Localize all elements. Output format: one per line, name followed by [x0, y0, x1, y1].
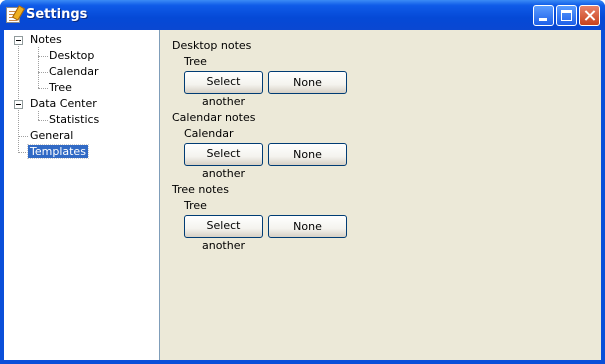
tree-item-data-center[interactable]: Data Center — [30, 97, 97, 111]
tree-notes-label: Tree notes — [172, 183, 229, 196]
close-icon — [580, 6, 599, 25]
tree-connector — [38, 120, 48, 121]
tree-connector — [38, 47, 39, 88]
tree-connector — [18, 136, 28, 137]
calendar-select-another-button[interactable]: Select another — [184, 143, 263, 180]
collapse-data-center-icon[interactable] — [14, 100, 23, 109]
notepad-icon — [6, 7, 20, 23]
tree-item-label: Data Center — [30, 97, 97, 110]
tree-connector — [38, 88, 48, 89]
maximize-button[interactable] — [556, 5, 577, 26]
maximize-icon — [561, 10, 572, 21]
tree-item-label: Statistics — [49, 113, 100, 126]
tree-connector — [38, 72, 48, 73]
tree-notes-value: Tree — [184, 199, 207, 212]
tree-item-templates[interactable]: Templates — [27, 144, 89, 159]
tree-item-label: Notes — [30, 33, 62, 46]
tree-item-calendar[interactable]: Calendar — [49, 65, 98, 79]
templates-panel: Desktop notes Tree Select another None C… — [161, 30, 601, 360]
tree-item-label: Desktop — [49, 49, 95, 62]
tree-item-desktop[interactable]: Desktop — [49, 49, 94, 63]
settings-window: Settings Notes Desktop Calendar Tree Dat… — [0, 0, 605, 364]
client-area: Notes Desktop Calendar Tree Data Center … — [4, 30, 601, 360]
tree-connector — [18, 43, 19, 151]
tree-connector — [38, 111, 39, 120]
desktop-none-button[interactable]: None — [268, 71, 347, 94]
tree-none-button[interactable]: None — [268, 215, 347, 238]
window-title: Settings — [26, 7, 88, 22]
tree-item-label: General — [30, 129, 74, 142]
close-button[interactable] — [579, 5, 600, 26]
tree-item-label: Templates — [27, 144, 89, 159]
tree-item-label: Tree — [49, 81, 72, 94]
calendar-notes-value: Calendar — [184, 127, 234, 140]
tree-item-general[interactable]: General — [30, 129, 73, 143]
tree-connector — [38, 56, 48, 57]
desktop-notes-label: Desktop notes — [172, 39, 252, 52]
tree-item-tree[interactable]: Tree — [49, 81, 72, 95]
tree-item-notes[interactable]: Notes — [30, 33, 62, 47]
tree-connector — [18, 152, 28, 153]
tree-item-label: Calendar — [49, 65, 99, 78]
desktop-select-another-button[interactable]: Select another — [184, 71, 263, 108]
calendar-notes-label: Calendar notes — [172, 111, 256, 124]
collapse-notes-icon[interactable] — [14, 36, 23, 45]
minimize-button[interactable] — [533, 5, 554, 26]
minimize-icon — [539, 18, 547, 21]
desktop-notes-value: Tree — [184, 55, 207, 68]
calendar-none-button[interactable]: None — [268, 143, 347, 166]
tree-select-another-button[interactable]: Select another — [184, 215, 263, 252]
tree-item-statistics[interactable]: Statistics — [49, 113, 99, 127]
settings-tree[interactable]: Notes Desktop Calendar Tree Data Center … — [4, 30, 160, 360]
title-bar[interactable]: Settings — [0, 0, 605, 30]
